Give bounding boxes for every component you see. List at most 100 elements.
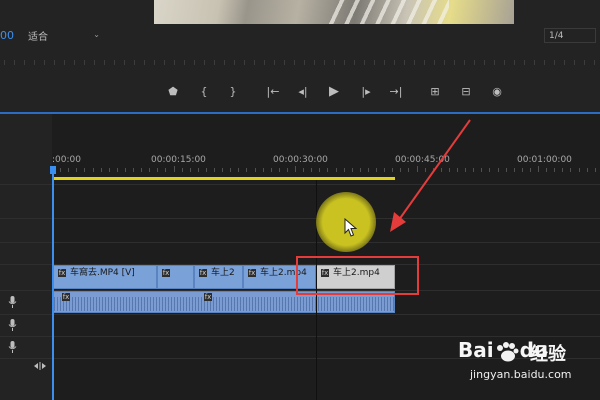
track-divider (0, 242, 600, 243)
mini-ruler-tick (554, 60, 555, 65)
ruler-tick (60, 168, 62, 172)
ruler-tick (311, 168, 313, 172)
fx-badge-icon: fx (204, 293, 212, 301)
video-clip-1[interactable]: fx 车窩去.MP4 [V] (53, 265, 157, 289)
fx-badge-icon: fx (58, 269, 66, 277)
fx-badge-icon: fx (248, 269, 256, 277)
chevron-down-icon: ⌄ (93, 30, 100, 39)
play-button[interactable]: ▶ (323, 80, 345, 104)
transport-controls: ⬟ { } |← ◂| ▶ |▸ →| ⊞ ⊟ ◉ (0, 80, 600, 106)
mini-ruler-tick (404, 60, 405, 65)
ruler-tick (295, 166, 296, 172)
mini-ruler-tick (94, 60, 95, 65)
mini-ruler-tick (64, 60, 65, 65)
mini-ruler-tick (364, 60, 365, 65)
ruler-label: :00:00 (52, 155, 81, 165)
mini-ruler-tick (104, 60, 105, 65)
ruler-tick (335, 168, 337, 172)
mini-ruler-tick (464, 60, 465, 65)
mini-ruler-tick (504, 60, 505, 65)
mini-ruler-tick (34, 60, 35, 65)
ruler-tick (254, 168, 256, 172)
mini-ruler-tick (294, 60, 295, 65)
playhead-handle[interactable] (50, 166, 56, 174)
mini-ruler-tick (24, 60, 25, 65)
ruler-tick (157, 168, 159, 172)
resolution-select[interactable]: 1/4 (544, 28, 596, 43)
video-clip-3[interactable]: fx 车上2 (194, 265, 243, 289)
ruler-tick (367, 168, 369, 172)
ruler-tick (92, 168, 94, 172)
lift-button[interactable]: ⊞ (424, 80, 446, 104)
go-to-out-button[interactable]: →| (385, 80, 407, 104)
timeline-ruler[interactable] (52, 166, 600, 174)
mini-ruler-tick (154, 60, 155, 65)
ruler-tick (76, 168, 78, 172)
ruler-label: 00:00:15:00 (151, 155, 206, 165)
mini-ruler-tick (324, 60, 325, 65)
ruler-label: 00:01:00:00 (517, 155, 572, 165)
mini-ruler-tick (394, 60, 395, 65)
microphone-icon[interactable] (8, 319, 17, 331)
work-area-bar[interactable] (53, 177, 395, 180)
mini-ruler-tick (274, 60, 275, 65)
mini-ruler-tick (144, 60, 145, 65)
go-to-in-button[interactable]: |← (262, 80, 284, 104)
mini-ruler-tick (424, 60, 425, 65)
mini-ruler-tick (444, 60, 445, 65)
mini-ruler-tick (124, 60, 125, 65)
mini-ruler-tick (344, 60, 345, 65)
monitor-mini-ruler[interactable] (0, 50, 600, 72)
zoom-handle-icon[interactable] (34, 361, 46, 371)
playhead-line[interactable] (52, 167, 54, 400)
mini-ruler-tick (174, 60, 175, 65)
mini-ruler-tick (84, 60, 85, 65)
mini-ruler-tick (314, 60, 315, 65)
export-frame-button[interactable]: ◉ (486, 80, 508, 104)
mini-ruler-tick (114, 60, 115, 65)
fx-badge-icon: fx (162, 269, 170, 277)
ruler-tick (84, 168, 86, 172)
ruler-tick (181, 168, 183, 172)
mini-ruler-tick (354, 60, 355, 65)
ruler-tick (278, 168, 280, 172)
playhead-timecode[interactable]: 00 (0, 29, 14, 42)
clip-label: 车窩去.MP4 [V] (70, 268, 135, 278)
mini-ruler-tick (14, 60, 15, 65)
mini-ruler-tick (384, 60, 385, 65)
video-clip-2[interactable]: fx (157, 265, 194, 289)
mini-ruler-tick (74, 60, 75, 65)
mini-ruler-tick (134, 60, 135, 65)
ruler-tick (197, 168, 199, 172)
ruler-tick (319, 168, 321, 172)
ruler-tick (189, 168, 191, 172)
ruler-tick (376, 168, 377, 172)
zoom-fit-select[interactable]: 适合 ⌄ (28, 28, 102, 43)
mark-in-button[interactable]: { (193, 80, 215, 104)
highlight-box (296, 256, 419, 295)
mini-ruler-tick (204, 60, 205, 65)
extract-button[interactable]: ⊟ (455, 80, 477, 104)
step-back-button[interactable]: ◂| (292, 80, 314, 104)
ruler-tick (529, 168, 531, 172)
annotation-arrow-icon (390, 119, 471, 232)
add-marker-button[interactable]: ⬟ (162, 80, 184, 104)
step-forward-button[interactable]: |▸ (355, 80, 377, 104)
fx-badge-icon: fx (199, 269, 207, 277)
mini-ruler-tick (474, 60, 475, 65)
ruler-tick (359, 168, 361, 172)
mini-ruler-tick (514, 60, 515, 65)
ruler-tick (165, 168, 167, 172)
ruler-tick (205, 168, 207, 172)
mini-ruler-tick (54, 60, 55, 65)
microphone-icon[interactable] (8, 341, 17, 353)
mark-out-button[interactable]: } (222, 80, 244, 104)
ruler-tick (481, 168, 483, 172)
microphone-icon[interactable] (8, 296, 17, 308)
ruler-label: 00:00:30:00 (273, 155, 328, 165)
ruler-tick (586, 168, 588, 172)
ruler-tick (270, 168, 272, 172)
mini-ruler-tick (284, 60, 285, 65)
ruler-tick (513, 168, 515, 172)
mini-ruler-tick (374, 60, 375, 65)
